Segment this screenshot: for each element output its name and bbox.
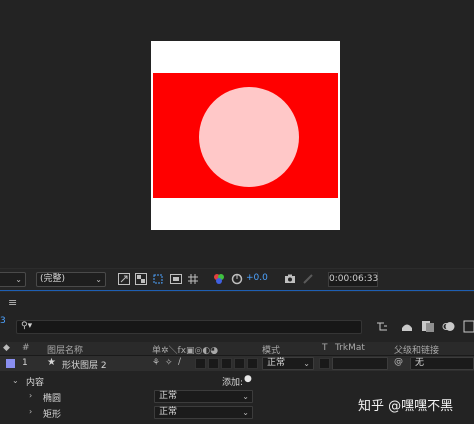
- group-mode-value: 正常: [159, 391, 178, 401]
- parent-value: 无: [415, 358, 425, 368]
- twirl-closed-icon[interactable]: ›: [29, 391, 32, 400]
- transparency-grid-icon[interactable]: [135, 273, 147, 285]
- group-mode-value: 正常: [159, 407, 178, 417]
- snapshot-camera-icon[interactable]: [284, 273, 296, 285]
- resolution-dropdown[interactable]: (完整) ⌄: [36, 272, 106, 287]
- magnification-dropdown[interactable]: ⌄: [0, 272, 26, 287]
- color-channels-icon[interactable]: [213, 273, 225, 285]
- trkmat-header: TrkMat: [335, 343, 365, 353]
- contents-row[interactable]: ⌄ 内容 添加: ●: [0, 373, 474, 388]
- quality-switch-icon[interactable]: ∕: [178, 357, 181, 367]
- chevron-down-icon: ⌄: [15, 275, 22, 284]
- reset-exposure-icon[interactable]: [231, 273, 243, 285]
- layer-label-color[interactable]: [6, 359, 15, 368]
- layer-row[interactable]: 1 ★ 形状图层 2 ⚘ ✧ ∕ 正常 ⌄ @ 无: [0, 356, 474, 371]
- frame-blend-switch[interactable]: [208, 358, 219, 369]
- preserve-transparency-checkbox[interactable]: [319, 358, 330, 369]
- mode-header: 模式: [262, 346, 281, 356]
- effect-switch[interactable]: [195, 358, 206, 369]
- layer-search-input[interactable]: ⚲▾: [16, 320, 362, 334]
- layer-name-header[interactable]: 图层名称: [47, 343, 83, 356]
- 3d-layer-switch[interactable]: [247, 358, 258, 369]
- group-blend-mode-dropdown[interactable]: 正常 ⌄: [154, 406, 253, 419]
- panel-menu-icon[interactable]: ≡: [8, 296, 17, 309]
- layer-number: 1: [22, 358, 28, 368]
- chevron-down-icon: ⌄: [242, 392, 249, 401]
- grid-guides-icon[interactable]: [187, 273, 199, 285]
- mask-visibility-icon[interactable]: [152, 273, 164, 285]
- contents-label: 内容: [26, 378, 45, 388]
- track-matte-dropdown[interactable]: [332, 357, 388, 370]
- search-icon: ⚲▾: [21, 321, 33, 331]
- chevron-down-icon: ⌄: [242, 408, 249, 417]
- viewer-toolbar: ⌄ (完整) ⌄ +0.0 0:00:06:33: [0, 268, 474, 290]
- shy-switch-icon[interactable]: ⚘: [152, 358, 160, 368]
- rectangle-shape[interactable]: [153, 73, 338, 198]
- shy-layers-icon[interactable]: [400, 320, 414, 333]
- parent-dropdown[interactable]: 无: [410, 357, 474, 370]
- ellipse-shape[interactable]: [199, 87, 299, 187]
- layer-name[interactable]: 形状图层 2: [62, 358, 107, 371]
- zhihu-watermark: 知乎 @嘿嘿不黑: [358, 399, 454, 414]
- frame-blending-icon[interactable]: [421, 320, 435, 333]
- composition-canvas[interactable]: [151, 41, 340, 230]
- fast-preview-icon[interactable]: [118, 273, 130, 285]
- graph-editor-icon[interactable]: [463, 320, 474, 333]
- show-snapshot-icon[interactable]: [302, 273, 314, 285]
- parent-pickwhip-icon[interactable]: @: [394, 357, 403, 367]
- collapse-switch-icon[interactable]: ✧: [165, 358, 173, 368]
- composition-flowchart-icon[interactable]: [376, 320, 390, 333]
- number-column-header: #: [22, 343, 30, 353]
- label-column-icon[interactable]: ◆: [3, 343, 10, 353]
- adjustment-layer-switch[interactable]: [234, 358, 245, 369]
- composition-viewer[interactable]: [0, 0, 474, 268]
- region-of-interest-icon[interactable]: [170, 273, 182, 285]
- motion-blur-icon[interactable]: [442, 320, 456, 333]
- motion-blur-switch[interactable]: [221, 358, 232, 369]
- add-label: 添加:: [222, 378, 244, 388]
- chevron-down-icon: ⌄: [303, 359, 310, 368]
- current-frame-value[interactable]: 3: [0, 316, 6, 326]
- chevron-down-icon: ⌄: [95, 275, 102, 284]
- track-matte-t-header: T: [322, 343, 328, 353]
- group-name[interactable]: 椭圆: [43, 391, 61, 404]
- add-content-button[interactable]: ●: [244, 374, 252, 384]
- shape-layer-star-icon: ★: [47, 357, 56, 368]
- current-time-display[interactable]: 0:00:06:33: [328, 272, 378, 287]
- group-name[interactable]: 矩形: [43, 407, 61, 420]
- timeline-column-headers: ◆ # 图层名称 单✲＼fx▣◎◐◕ 模式 T TrkMat 父级和链接: [0, 342, 474, 356]
- layer-mode-value: 正常: [267, 358, 286, 368]
- switches-header: 单✲＼fx▣◎◐◕: [152, 346, 219, 356]
- twirl-closed-icon[interactable]: ›: [29, 407, 32, 416]
- layer-mode-dropdown[interactable]: 正常 ⌄: [262, 357, 314, 370]
- parent-link-header: 父级和链接: [394, 346, 440, 356]
- twirl-open-icon[interactable]: ⌄: [12, 376, 19, 385]
- resolution-value: (完整): [40, 274, 66, 284]
- exposure-value[interactable]: +0.0: [246, 273, 268, 283]
- group-blend-mode-dropdown[interactable]: 正常 ⌄: [154, 390, 253, 403]
